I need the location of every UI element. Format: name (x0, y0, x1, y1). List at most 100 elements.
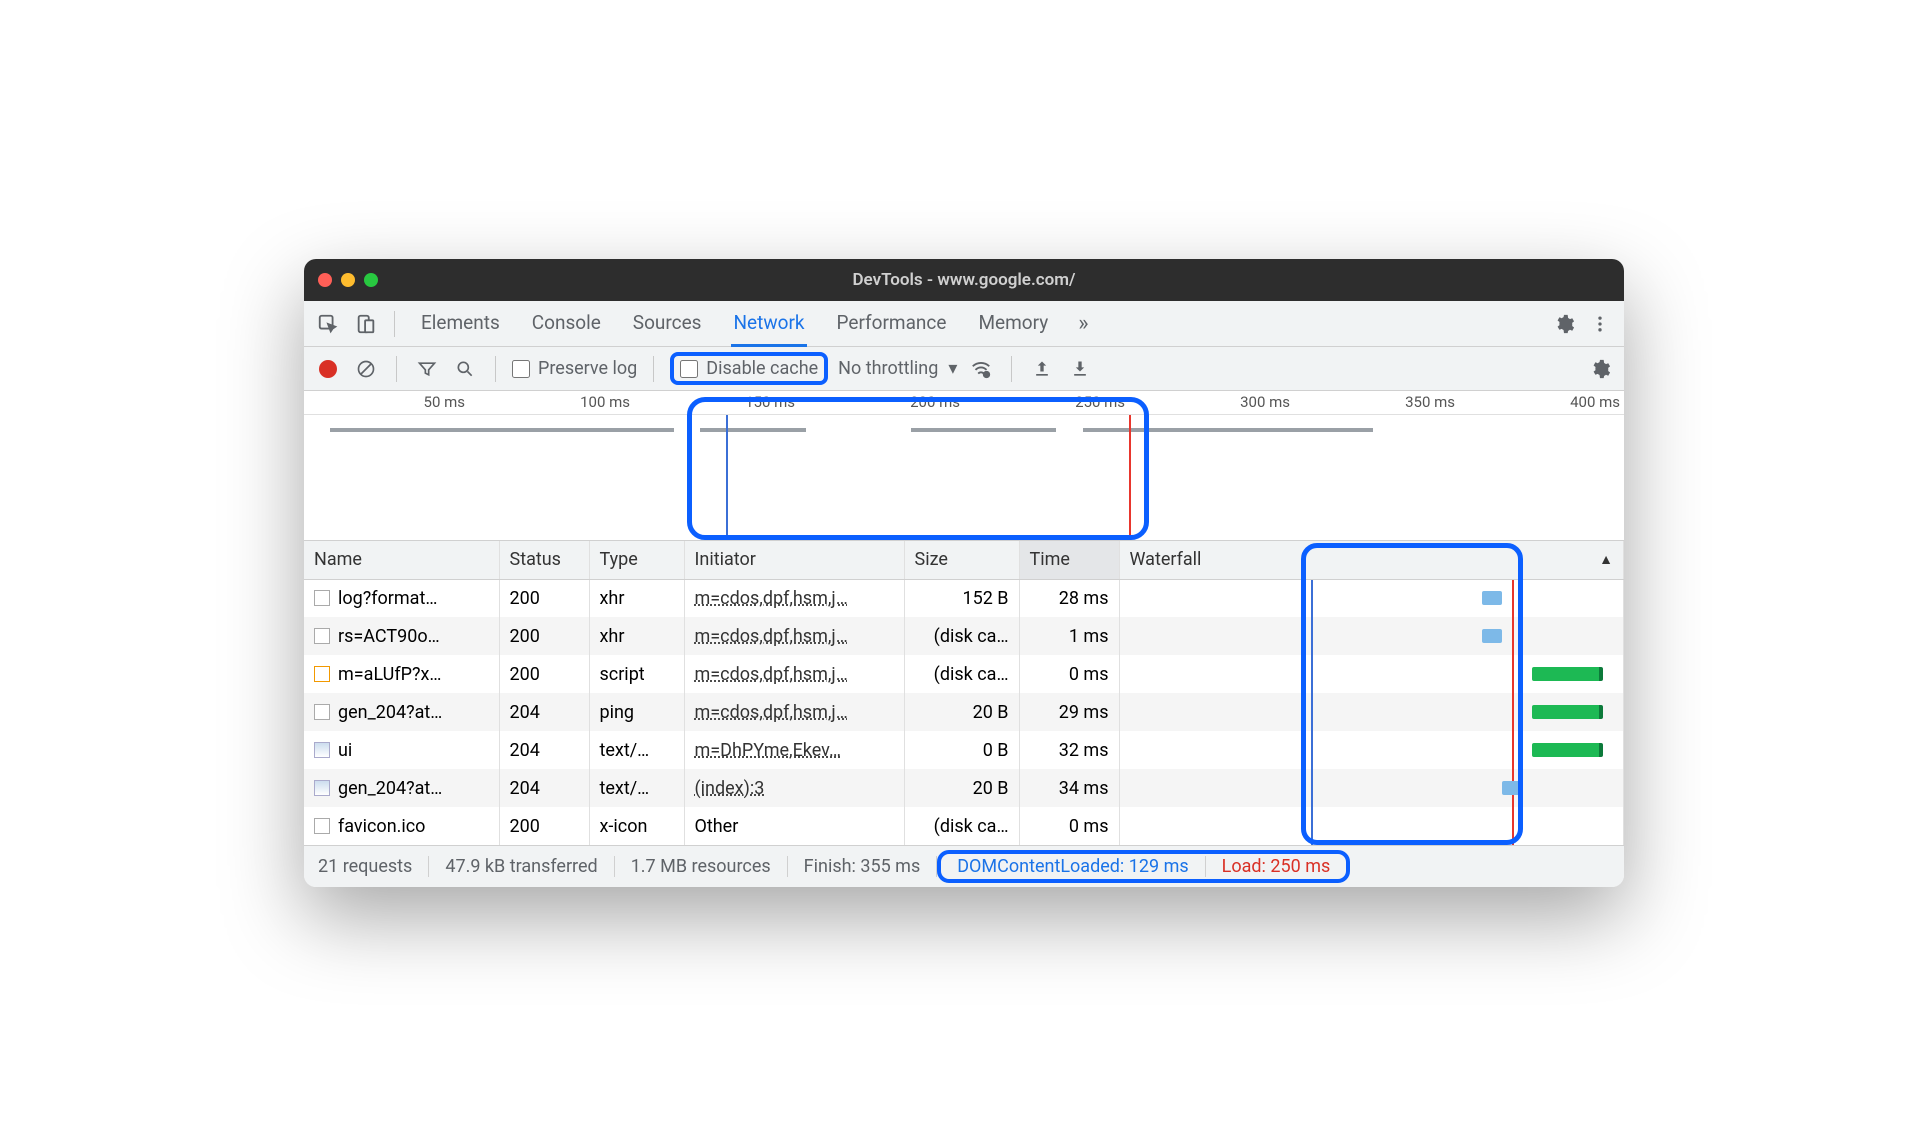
cell-waterfall (1119, 807, 1624, 845)
file-icon (314, 818, 330, 834)
download-har-icon[interactable] (1066, 355, 1094, 383)
maximize-window-button[interactable] (364, 273, 378, 287)
sort-arrow-icon: ▲ (1599, 551, 1613, 568)
tab-performance[interactable]: Performance (835, 301, 949, 346)
col-time[interactable]: Time (1019, 541, 1119, 579)
load-line (1512, 693, 1514, 731)
network-toolbar: Preserve log Disable cache No throttling… (304, 347, 1624, 391)
dcl-line (1311, 655, 1313, 693)
record-button[interactable] (314, 355, 342, 383)
initiator-link[interactable]: (index):3 (695, 778, 765, 799)
overview-bar (700, 428, 806, 432)
cell-type: xhr (589, 617, 684, 655)
cell-type: ping (589, 693, 684, 731)
initiator-link[interactable]: m=cdos,dpf,hsm,j… (695, 588, 848, 609)
cell-type: script (589, 655, 684, 693)
cell-size: (disk ca… (904, 617, 1019, 655)
col-initiator[interactable]: Initiator (684, 541, 904, 579)
ruler-tick: 250 ms (964, 391, 1129, 414)
clear-icon[interactable] (352, 355, 380, 383)
settings-gear-icon[interactable] (1548, 308, 1580, 340)
tab-memory[interactable]: Memory (976, 301, 1050, 346)
close-window-button[interactable] (318, 273, 332, 287)
col-type[interactable]: Type (589, 541, 684, 579)
cell-waterfall (1119, 769, 1624, 807)
tab-elements[interactable]: Elements (419, 301, 502, 346)
filter-icon[interactable] (413, 355, 441, 383)
load-marker-line (1129, 415, 1131, 540)
tab-sources[interactable]: Sources (631, 301, 704, 346)
waterfall-bar (1482, 629, 1502, 643)
cell-type: x-icon (589, 807, 684, 845)
cell-initiator: m=DhPYme,Ekev… (684, 731, 904, 769)
table-row[interactable]: m=aLUfP?x…200scriptm=cdos,dpf,hsm,j…(dis… (304, 655, 1624, 693)
cell-size: 152 B (904, 579, 1019, 617)
overview-bar (330, 428, 673, 432)
initiator-link[interactable]: m=cdos,dpf,hsm,j… (695, 626, 848, 647)
statusbar: 21 requests 47.9 kB transferred 1.7 MB r… (304, 845, 1624, 887)
cell-waterfall (1119, 579, 1624, 617)
initiator-link[interactable]: m=cdos,dpf,hsm,j… (695, 702, 848, 723)
preserve-log-checkbox[interactable]: Preserve log (512, 358, 637, 379)
cell-time: 0 ms (1019, 807, 1119, 845)
throttling-dropdown[interactable]: No throttling ▾ (838, 358, 957, 379)
table-row[interactable]: log?format…200xhrm=cdos,dpf,hsm,j…152 B2… (304, 579, 1624, 617)
network-settings-gear-icon[interactable] (1586, 355, 1614, 383)
upload-har-icon[interactable] (1028, 355, 1056, 383)
cell-name: gen_204?at… (304, 769, 499, 807)
file-icon (314, 590, 330, 606)
col-waterfall[interactable]: Waterfall ▲ (1119, 541, 1624, 579)
cell-waterfall (1119, 693, 1624, 731)
annotation-highlight (687, 397, 1149, 540)
tab-console[interactable]: Console (530, 301, 603, 346)
cell-status: 200 (499, 617, 589, 655)
kebab-menu-icon[interactable] (1584, 308, 1616, 340)
initiator-link[interactable]: m=cdos,dpf,hsm,j… (695, 664, 848, 685)
cell-name: rs=ACT90o… (304, 617, 499, 655)
col-name[interactable]: Name (304, 541, 499, 579)
table-row[interactable]: favicon.ico200x-iconOther(disk ca…0 ms (304, 807, 1624, 845)
cell-time: 1 ms (1019, 617, 1119, 655)
chevron-down-icon: ▾ (948, 358, 957, 379)
table-row[interactable]: gen_204?at…204text/…(index):320 B34 ms (304, 769, 1624, 807)
file-icon (314, 742, 330, 758)
table-row[interactable]: ui204text/…m=DhPYme,Ekev…0 B32 ms (304, 731, 1624, 769)
status-resources: 1.7 MB resources (615, 856, 788, 877)
search-icon[interactable] (451, 355, 479, 383)
cell-size: (disk ca… (904, 655, 1019, 693)
ruler-tick: 350 ms (1294, 391, 1459, 414)
cell-status: 200 (499, 579, 589, 617)
cell-time: 0 ms (1019, 655, 1119, 693)
ruler-tick: 50 ms (304, 391, 469, 414)
tab-network[interactable]: Network (731, 301, 806, 347)
network-conditions-icon[interactable] (967, 355, 995, 383)
cell-type: xhr (589, 579, 684, 617)
col-size[interactable]: Size (904, 541, 1019, 579)
table-row[interactable]: gen_204?at…204pingm=cdos,dpf,hsm,j…20 B2… (304, 693, 1624, 731)
device-toolbar-icon[interactable] (350, 308, 382, 340)
status-transferred: 47.9 kB transferred (429, 856, 614, 877)
status-finish: Finish: 355 ms (788, 856, 938, 877)
ruler-tick: 150 ms (634, 391, 799, 414)
cell-status: 204 (499, 769, 589, 807)
disable-cache-checkbox[interactable]: Disable cache (670, 352, 828, 385)
table-row[interactable]: rs=ACT90o…200xhr m=cdos,dpf,hsm,j… (disk c… (304, 617, 1624, 655)
waterfall-bar (1532, 743, 1602, 757)
cell-name: ui (304, 731, 499, 769)
divider (394, 311, 395, 337)
table-header-row: Name Status Type Initiator Size Time Wat… (304, 541, 1624, 579)
timeline-overview[interactable]: 50 ms100 ms150 ms200 ms250 ms300 ms350 m… (304, 391, 1624, 541)
dcl-line (1311, 693, 1313, 731)
dcl-marker-line (726, 415, 728, 540)
waterfall-bar (1532, 667, 1602, 681)
initiator-link[interactable]: m=DhPYme,Ekev… (695, 740, 842, 761)
minimize-window-button[interactable] (341, 273, 355, 287)
col-status[interactable]: Status (499, 541, 589, 579)
load-line (1512, 617, 1514, 655)
cell-type: text/… (589, 769, 684, 807)
dcl-line (1311, 580, 1313, 618)
more-tabs-button[interactable]: » (1076, 301, 1090, 346)
cell-initiator: m=cdos,dpf,hsm,j… (684, 579, 904, 617)
cell-initiator: m=cdos,dpf,hsm,j… (684, 655, 904, 693)
inspect-element-icon[interactable] (312, 308, 344, 340)
